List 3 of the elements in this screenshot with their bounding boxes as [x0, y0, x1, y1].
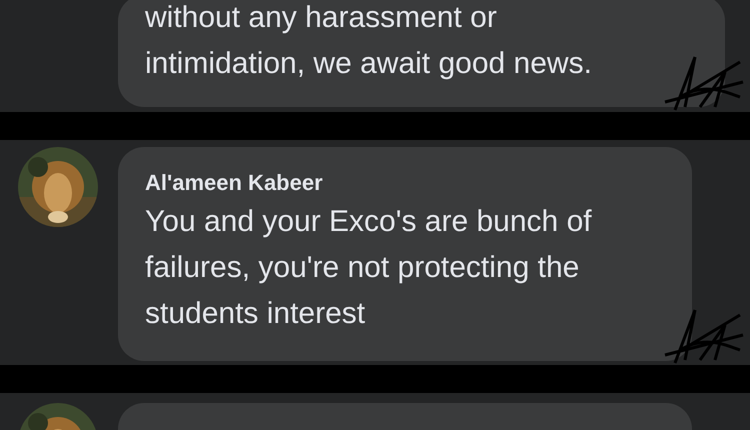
comment-text: You and your Exco's are bunch of failures, you're not protecting the students interest [145, 204, 593, 332]
comment-text: without any harassment or intimidation, we await good news. [145, 0, 593, 82]
author-name[interactable]: Al'ameen Kabeer [145, 169, 665, 197]
